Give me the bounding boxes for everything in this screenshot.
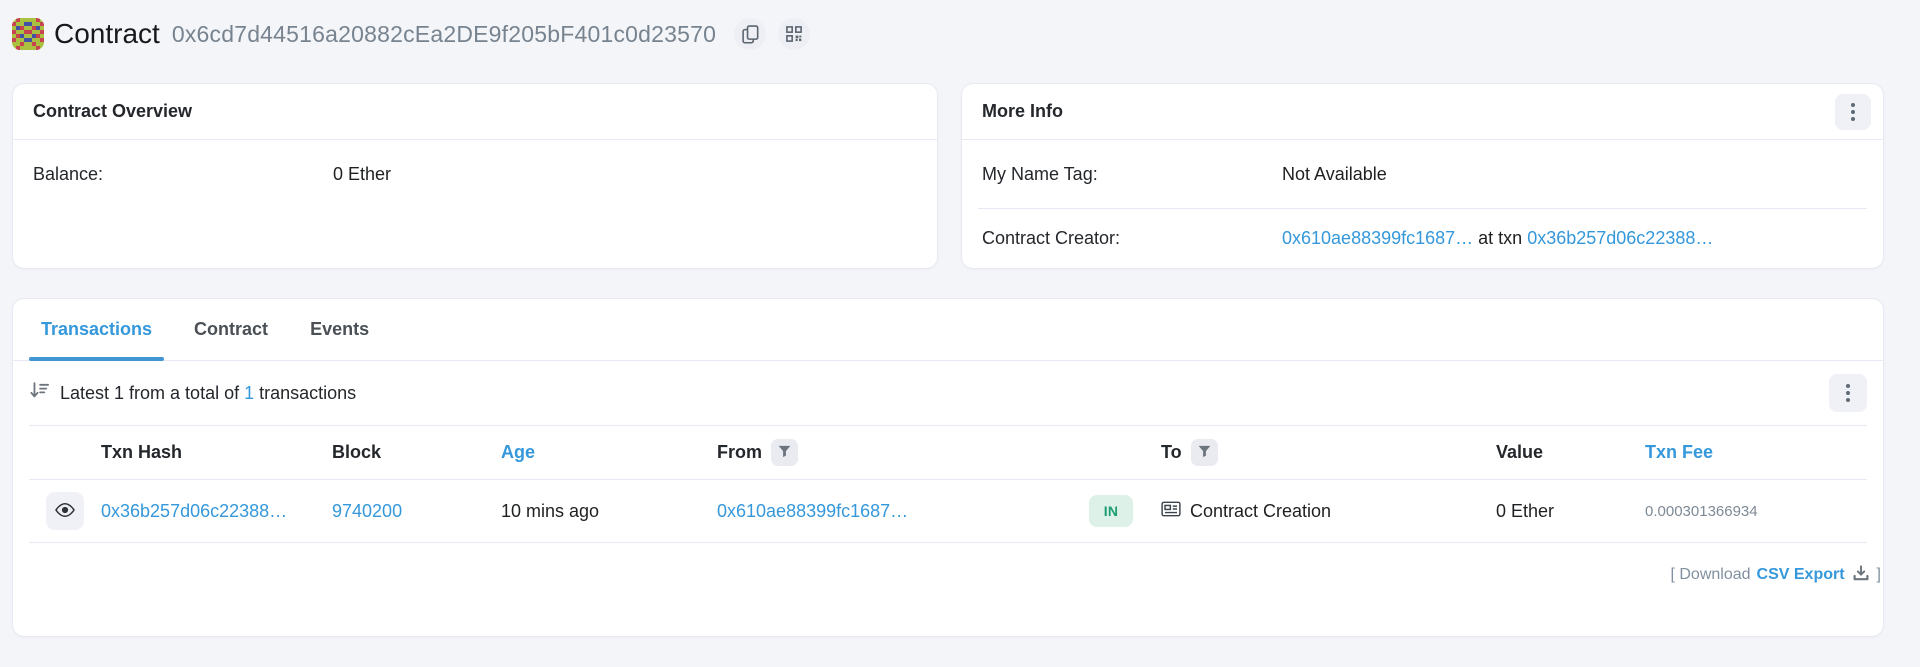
balance-value: 0 Ether [333, 164, 391, 185]
more-info-header: More Info [962, 84, 1883, 140]
contract-overview-card: Contract Overview Balance: 0 Ether [12, 83, 938, 269]
from-filter-button[interactable] [771, 439, 798, 466]
contract-overview-title: Contract Overview [33, 101, 192, 122]
block-link[interactable]: 9740200 [332, 501, 402, 521]
more-info-card: More Info My Name Tag: Not Available Con… [961, 83, 1884, 269]
to-contract-creation-text: Contract Creation [1190, 501, 1331, 522]
txn-age: 10 mins ago [489, 501, 705, 522]
eye-icon [54, 502, 76, 521]
contract-address: 0x6cd7d44516a20882cEa2DE9f205bF401c0d235… [172, 23, 716, 46]
col-from: From [705, 439, 1065, 466]
contract-page: Contract 0x6cd7d44516a20882cEa2DE9f205bF… [0, 0, 1920, 667]
col-value: Value [1471, 442, 1621, 463]
col-txn-hash: Txn Hash [89, 442, 321, 463]
transactions-summary: Latest 1 from a total of 1 transactions [29, 380, 356, 406]
table-header-row: Txn Hash Block Age From To [29, 425, 1867, 480]
download-icon [1851, 563, 1871, 586]
csv-export-link[interactable]: CSV Export [1757, 566, 1845, 584]
contract-creation-icon [1161, 501, 1181, 522]
name-tag-value: Not Available [1282, 164, 1387, 185]
qr-code-button[interactable] [778, 18, 810, 50]
preview-txn-button[interactable] [46, 492, 84, 530]
transactions-menu-button[interactable] [1829, 374, 1867, 412]
sort-amount-icon [29, 380, 50, 406]
col-to: To [1141, 439, 1471, 466]
copy-icon [742, 25, 759, 44]
row-eye-cell [29, 492, 89, 530]
from-address-link[interactable]: 0x610ae88399fc1687… [717, 501, 908, 521]
summary-cards-row: Contract Overview Balance: 0 Ether More … [12, 83, 1884, 269]
page-title: Contract [54, 20, 160, 48]
transactions-table: Txn Hash Block Age From To [29, 425, 1867, 543]
to-filter-button[interactable] [1191, 439, 1218, 466]
txn-value: 0 Ether [1471, 501, 1621, 522]
qr-code-icon [786, 26, 802, 42]
copy-address-button[interactable] [734, 18, 766, 50]
transactions-card: Transactions Contract Events Latest 1 fr… [12, 298, 1884, 637]
creation-txn-link[interactable]: 0x36b257d06c22388… [1527, 228, 1713, 248]
name-tag-label: My Name Tag: [982, 164, 1282, 185]
tab-contract[interactable]: Contract [182, 299, 280, 360]
creator-address-link[interactable]: 0x610ae88399fc1687… [1282, 228, 1473, 248]
download-prefix-text: [ Download [1670, 566, 1750, 584]
txn-hash-link[interactable]: 0x36b257d06c22388… [101, 501, 287, 521]
direction-cell: IN [1065, 495, 1141, 527]
summary-text: Latest 1 from a total of 1 transactions [60, 383, 356, 404]
col-txn-fee-toggle[interactable]: Txn Fee [1621, 442, 1865, 463]
contract-creator-label: Contract Creator: [982, 228, 1282, 249]
transactions-list-header: Latest 1 from a total of 1 transactions [13, 361, 1883, 425]
tab-events[interactable]: Events [298, 299, 381, 360]
more-info-title: More Info [982, 101, 1063, 122]
col-block: Block [321, 442, 489, 463]
col-age-toggle[interactable]: Age [489, 442, 705, 463]
more-info-menu-button[interactable] [1835, 94, 1871, 130]
direction-badge: IN [1089, 495, 1133, 527]
page-header: Contract 0x6cd7d44516a20882cEa2DE9f205bF… [12, 12, 1884, 56]
kebab-menu-icon [1851, 103, 1855, 107]
csv-export-row: [ Download CSV Export ] [13, 543, 1883, 586]
balance-label: Balance: [33, 164, 333, 185]
at-txn-text: at txn [1473, 228, 1527, 248]
txn-fee: 0.000301366934 [1621, 503, 1865, 520]
download-suffix-text: ] [1877, 566, 1881, 584]
contract-identicon-icon [12, 18, 44, 50]
balance-row: Balance: 0 Ether [13, 140, 937, 208]
filter-funnel-icon [778, 445, 791, 461]
contract-overview-header: Contract Overview [13, 84, 937, 140]
tab-transactions[interactable]: Transactions [29, 299, 164, 360]
tab-bar: Transactions Contract Events [13, 299, 1883, 361]
transaction-row: 0x36b257d06c22388… 9740200 10 mins ago 0… [29, 480, 1867, 543]
contract-creator-row: Contract Creator: 0x610ae88399fc1687… at… [962, 209, 1883, 267]
to-cell: Contract Creation [1141, 501, 1471, 522]
kebab-menu-icon [1846, 384, 1850, 388]
contract-creator-value: 0x610ae88399fc1687… at txn 0x36b257d06c2… [1282, 228, 1713, 249]
filter-funnel-icon [1198, 445, 1211, 461]
transactions-count-link[interactable]: 1 [244, 383, 254, 403]
name-tag-row: My Name Tag: Not Available [962, 140, 1883, 208]
